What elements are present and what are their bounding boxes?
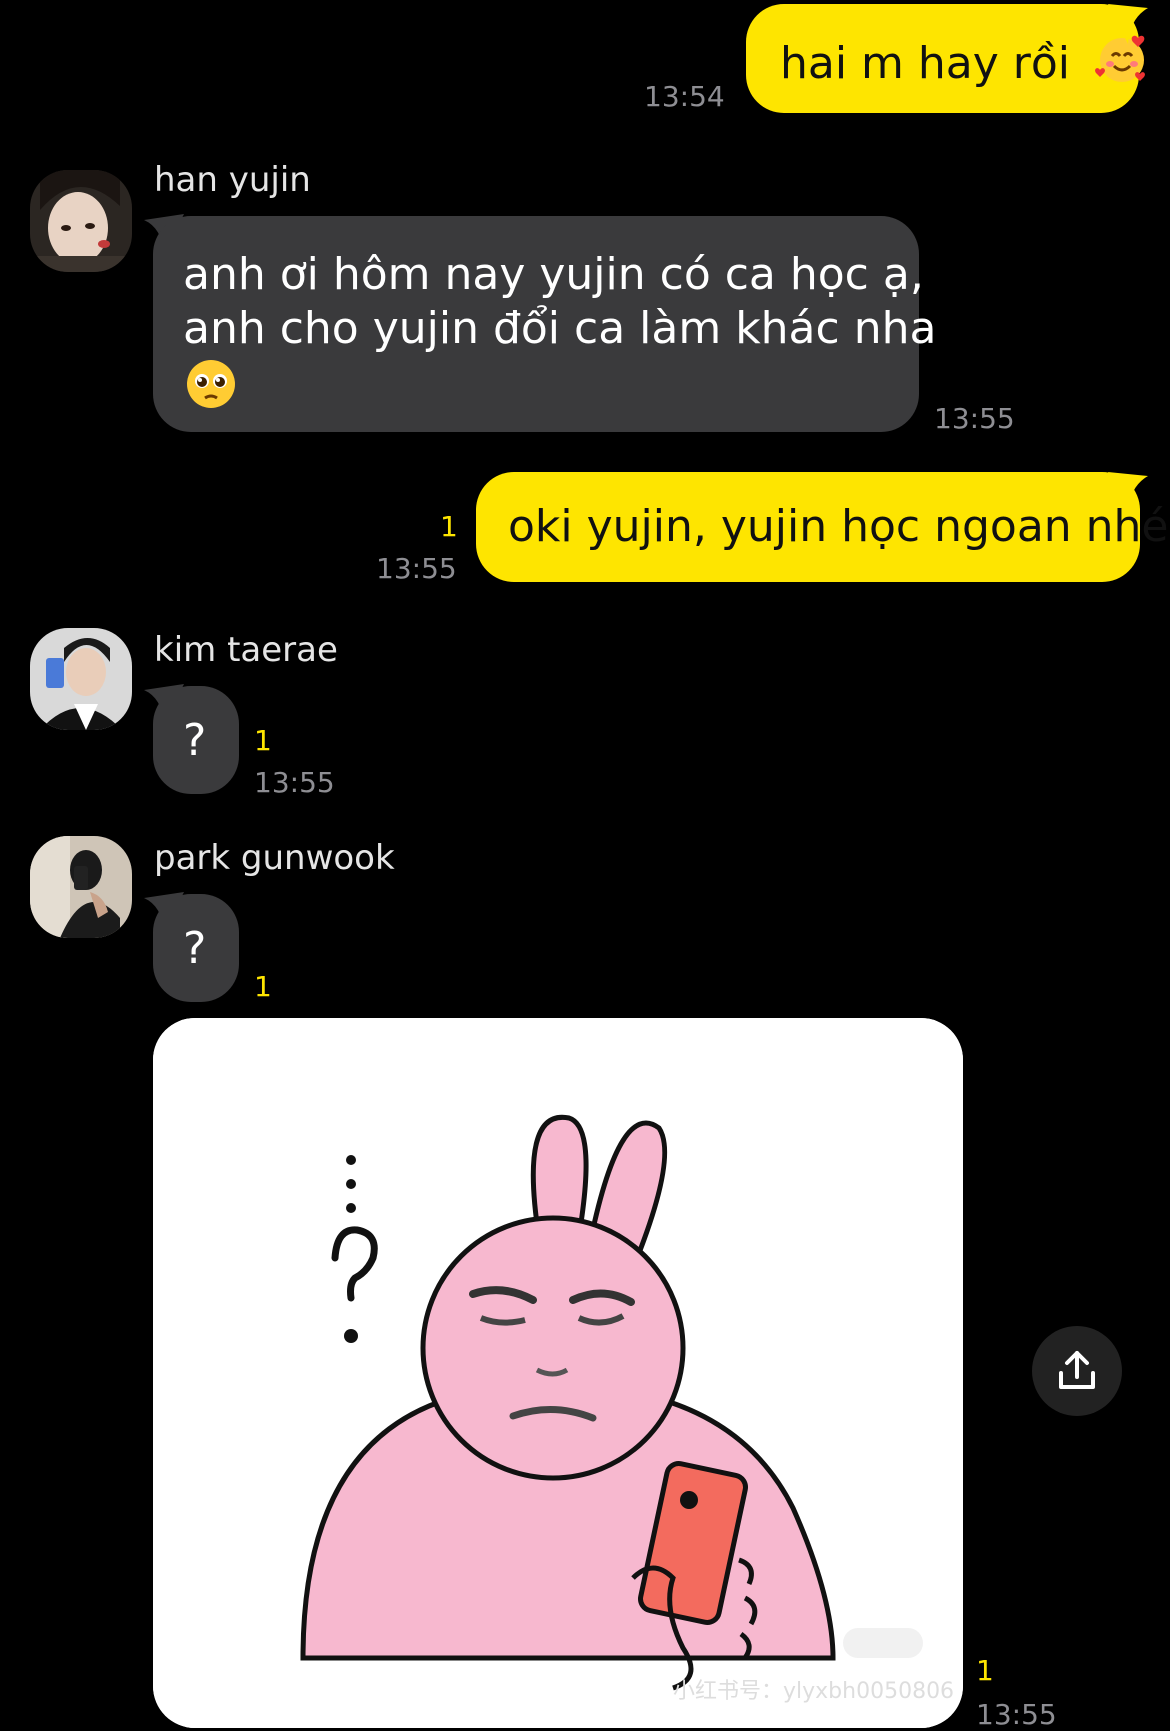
share-button[interactable] — [1032, 1326, 1122, 1416]
message-bubble-them[interactable]: ? — [153, 894, 239, 1002]
sender-name: kim taerae — [154, 630, 338, 670]
message-text-line: anh ơi hôm nay yujin có ca học ạ, — [183, 249, 924, 300]
sender-name: park gunwook — [154, 838, 395, 878]
pleading-face-emoji — [183, 356, 239, 425]
sender-name: han yujin — [154, 160, 311, 200]
avatar-han-yujin[interactable] — [30, 170, 132, 272]
message-time: 13:54 — [644, 80, 725, 113]
message-bubble-them[interactable]: anh ơi hôm nay yujin có ca học ạ, anh ch… — [153, 216, 936, 432]
message-time: 13:55 — [376, 552, 457, 585]
bubble-tail — [1108, 472, 1148, 512]
watermark-text: 小红书号：ylyxbh0050806 — [673, 1679, 954, 1704]
message-text: ? — [183, 715, 207, 766]
sticker-image[interactable]: 小红书号：ylyxbh0050806 — [153, 1018, 963, 1728]
unread-count: 1 — [440, 510, 458, 543]
message-text: hai m hay rồi — [780, 38, 1071, 89]
avatar-park-gunwook[interactable] — [30, 836, 132, 938]
message-bubble-me[interactable]: oki yujin, yujin học ngoan nhé — [476, 472, 1169, 582]
message-text-line: anh cho yujin đổi ca làm khác nha — [183, 303, 937, 354]
message-time: 13:55 — [254, 766, 335, 799]
message-time: 13:55 — [976, 1698, 1057, 1731]
unread-count: 1 — [976, 1654, 994, 1687]
message-text: ? — [183, 923, 207, 974]
unread-count: 1 — [254, 970, 272, 1003]
bubble-tail — [1108, 4, 1148, 44]
message-bubble-me[interactable]: hai m hay rồi — [746, 4, 1145, 113]
avatar-kim-taerae[interactable] — [30, 628, 132, 730]
message-text: oki yujin, yujin học ngoan nhé — [508, 501, 1169, 552]
message-bubble-them[interactable]: ? — [153, 686, 239, 794]
pink-rabbit-question-sticker: 小红书号：ylyxbh0050806 — [153, 1018, 963, 1728]
message-time: 13:55 — [934, 402, 1015, 435]
share-icon — [1059, 1351, 1095, 1389]
unread-count: 1 — [254, 724, 272, 757]
